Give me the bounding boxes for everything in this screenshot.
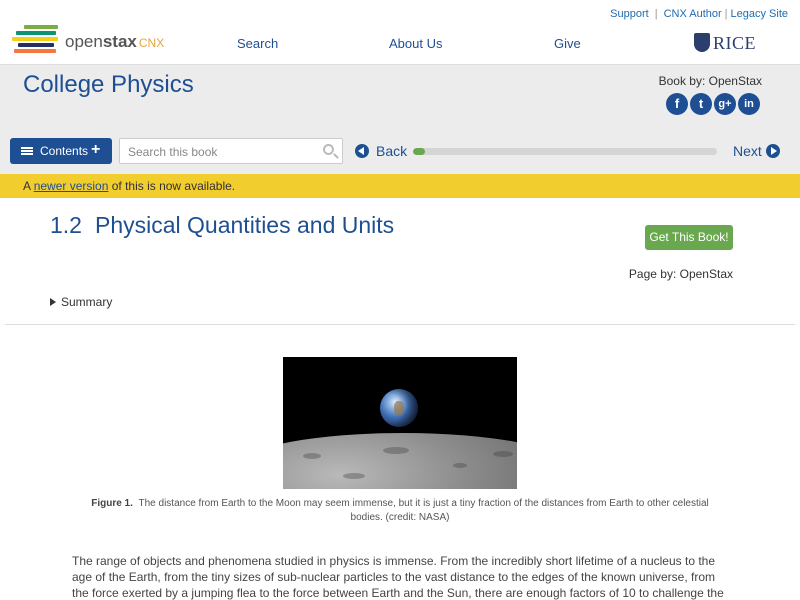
page-author: Page by: OpenStax [628, 267, 733, 281]
chevron-left-icon [355, 144, 369, 158]
legacy-site-link[interactable]: Legacy Site [731, 8, 788, 20]
page-title: Physical Quantities and Units [95, 212, 395, 238]
support-link[interactable]: Support [610, 8, 649, 20]
facebook-icon[interactable]: f [666, 93, 688, 115]
chevron-right-icon [766, 144, 780, 158]
triangle-right-icon [50, 298, 56, 306]
divider [5, 324, 795, 325]
summary-toggle[interactable]: Summary [50, 295, 112, 309]
utility-links: Support | CNX Author | Legacy Site [610, 8, 788, 20]
site-header: openstax CNX Support | CNX Author | Legacy Si… [0, 0, 800, 64]
next-button[interactable]: Next [733, 142, 783, 162]
nav-about-us[interactable]: About Us [389, 36, 442, 51]
figure-label: Figure 1. [91, 498, 133, 509]
newer-version-link[interactable]: newer version [34, 179, 109, 193]
nav-give[interactable]: Give [554, 36, 581, 51]
earthrise-image [283, 357, 517, 489]
contents-button[interactable]: Contents + [10, 138, 112, 164]
logo-wordmark: openstax CNX [65, 32, 165, 51]
body-paragraph: The range of objects and phenomena studi… [72, 554, 724, 600]
plus-icon: + [91, 141, 101, 158]
get-this-book-button[interactable]: Get This Book! [645, 225, 733, 250]
openstax-cnx-logo[interactable]: openstax CNX [12, 25, 172, 55]
section-number: 1.2 [50, 212, 82, 238]
list-icon [21, 147, 33, 155]
book-header: College Physics Book by: OpenStax f t g+… [0, 64, 800, 128]
nav-search[interactable]: Search [237, 36, 278, 51]
linkedin-icon[interactable]: in [738, 93, 760, 115]
earth [380, 389, 418, 427]
rice-shield-icon [694, 33, 710, 52]
book-search [119, 138, 343, 164]
search-icon[interactable] [323, 144, 334, 155]
reading-progress-fill [413, 148, 426, 155]
search-input[interactable] [128, 143, 318, 161]
twitter-icon[interactable]: t [690, 93, 712, 115]
book-toolbar: Contents + Back Next [0, 128, 800, 174]
book-title[interactable]: College Physics [23, 71, 194, 99]
newer-version-notice: A newer version of this is now available… [0, 174, 800, 198]
google-plus-icon[interactable]: g+ [714, 93, 736, 115]
cnx-author-link[interactable]: CNX Author [664, 8, 722, 20]
moon-surface [283, 433, 517, 489]
reading-progress-bar [413, 148, 717, 155]
book-stack-icon [12, 25, 60, 55]
rice-logo[interactable]: RICE [694, 32, 756, 54]
book-author: Book by: OpenStax [658, 74, 762, 88]
figure-caption: Figure 1. The distance from Earth to the… [91, 498, 709, 523]
